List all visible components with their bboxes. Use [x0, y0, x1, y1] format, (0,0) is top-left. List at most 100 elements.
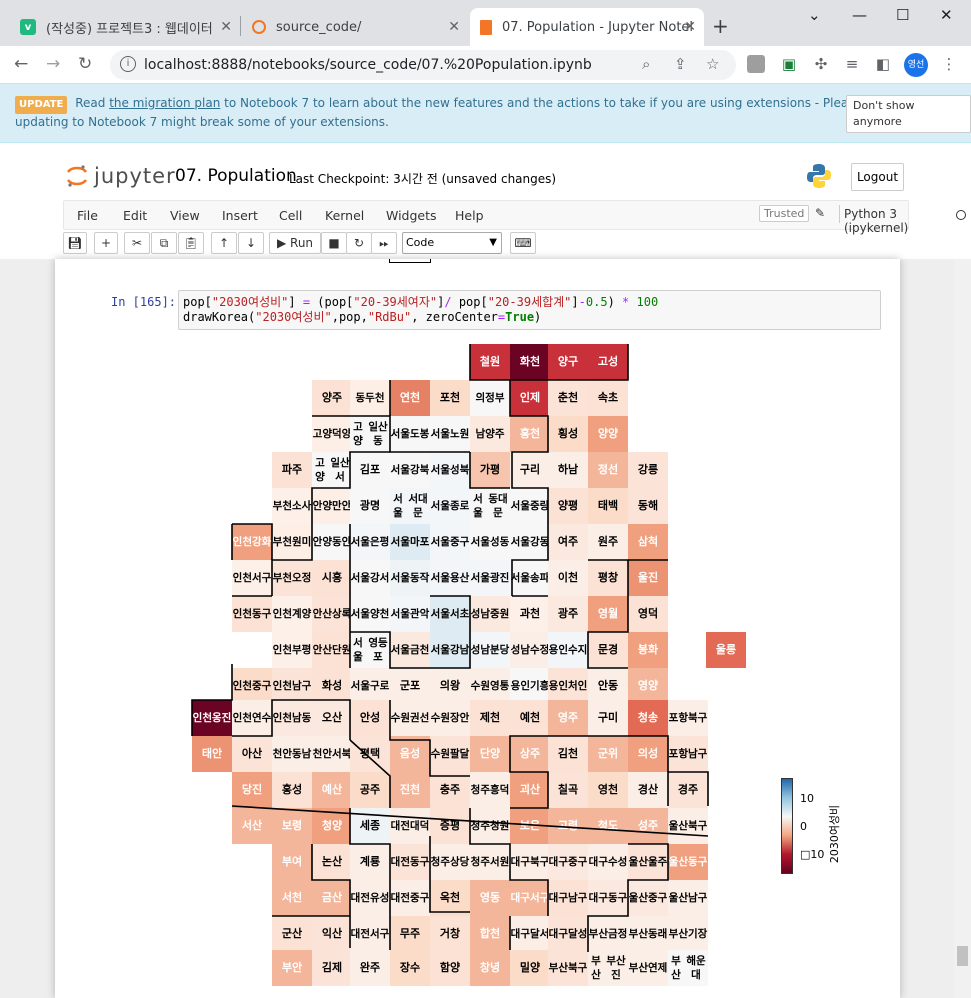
menu-cell[interactable]: Cell: [279, 208, 302, 223]
map-cell: 부천 원미: [272, 524, 312, 560]
map-cell: 김포: [350, 452, 390, 488]
share-icon[interactable]: ⇪: [674, 55, 687, 73]
minimize-icon[interactable]: —: [852, 6, 867, 24]
map-cell: 부안: [272, 950, 312, 986]
sidepanel-icon[interactable]: ◧: [874, 55, 892, 73]
map-cell: 공주: [350, 772, 390, 808]
map-cell: 서울 성북: [430, 452, 470, 488]
map-cell: 서울 종로: [430, 488, 470, 524]
browser-tab-active[interactable]: 07. Population - Jupyter Notel ✕: [470, 8, 704, 46]
map-cell: 서산: [232, 808, 272, 844]
logout-button[interactable]: Logout: [851, 163, 904, 191]
back-icon[interactable]: ←: [14, 54, 28, 74]
colorbar-tick: 0: [800, 820, 807, 833]
map-cell: 서울 은평: [350, 524, 390, 560]
maximize-icon[interactable]: ☐: [896, 6, 909, 24]
extension-avatar-icon[interactable]: [747, 55, 765, 73]
close-tab-icon[interactable]: ✕: [220, 19, 232, 35]
paste-icon[interactable]: 📋︎: [178, 232, 204, 254]
command-palette-icon[interactable]: ⌨: [510, 232, 536, 254]
close-window-icon[interactable]: ✕: [940, 6, 953, 24]
copy-icon[interactable]: ⧉: [151, 232, 177, 254]
menu-edit[interactable]: Edit: [123, 208, 147, 223]
map-cell: 울산 남구: [668, 880, 708, 916]
map-cell: 서울 구로: [350, 668, 390, 704]
map-cell: 진천: [390, 772, 430, 808]
stop-icon[interactable]: ■: [321, 232, 347, 254]
star-icon[interactable]: ☆: [706, 55, 719, 73]
scrollbar-thumb[interactable]: [957, 946, 968, 966]
map-cell: 영양: [628, 668, 668, 704]
map-cell: 인천 계양: [272, 596, 312, 632]
map-cell: 인천 옹진: [192, 700, 232, 736]
zoom-icon[interactable]: ⌕: [642, 55, 650, 73]
map-cell: 서울 강북: [390, 452, 430, 488]
map-cell: 파주: [272, 452, 312, 488]
browser-tab[interactable]: v (작성중) 프로젝트3 : 웹데이터 ✕: [10, 8, 240, 46]
kebab-menu-icon[interactable]: ⋮: [940, 55, 958, 73]
info-icon[interactable]: i: [120, 56, 136, 72]
map-cell: 대구 달서: [510, 916, 550, 952]
migration-plan-link[interactable]: the migration plan: [109, 96, 220, 110]
map-cell: 화성: [312, 668, 352, 704]
map-cell: 대전 동구: [390, 844, 430, 880]
map-cell: 포항 남구: [668, 736, 708, 772]
map-cell: 광주: [548, 596, 588, 632]
save-icon[interactable]: 💾︎: [63, 232, 87, 254]
map-cell: 청도: [588, 808, 628, 844]
screen-icon[interactable]: ▣: [780, 55, 798, 73]
map-cell: 의성: [628, 736, 668, 772]
restart-icon[interactable]: ↻: [346, 232, 372, 254]
menu-help[interactable]: Help: [455, 208, 484, 223]
map-cell: 대전 서구: [350, 916, 390, 952]
map-cell: 대전 유성: [350, 880, 390, 916]
puzzle-icon[interactable]: ✣: [812, 55, 830, 73]
menu-insert[interactable]: Insert: [222, 208, 258, 223]
close-tab-icon[interactable]: ✕: [448, 19, 460, 35]
menu-file[interactable]: File: [77, 208, 98, 223]
map-cell: 서울 광진: [470, 560, 510, 596]
map-cell: 완주: [350, 950, 390, 986]
jupyter-logo[interactable]: jupyter: [66, 164, 176, 188]
map-cell: 서울 중랑: [510, 488, 550, 524]
profile-avatar[interactable]: 영선: [904, 53, 928, 77]
map-cell: 보령: [272, 808, 312, 844]
scrollbar[interactable]: [954, 259, 971, 998]
media-icon[interactable]: ≡: [843, 55, 861, 73]
notebook-name[interactable]: 07. Population: [175, 166, 297, 186]
move-down-icon[interactable]: ↓: [238, 232, 264, 254]
map-cell: 청주 서원: [470, 844, 510, 880]
tab-title: source_code/: [276, 19, 362, 35]
close-tab-icon[interactable]: ✕: [684, 19, 696, 35]
reload-icon[interactable]: ↻: [78, 54, 92, 74]
code-cell-editor[interactable]: pop["2030여성비"] = (pop["20-39세여자"]/ pop["…: [178, 290, 881, 330]
menu-view[interactable]: View: [170, 208, 200, 223]
forward-icon[interactable]: →: [46, 54, 60, 74]
map-cell: 무주: [390, 916, 430, 952]
map-cell: 충주: [430, 772, 470, 808]
map-cell: 옥천: [430, 880, 470, 916]
map-cell: 인천 남동: [272, 700, 312, 736]
cut-icon[interactable]: ✂: [124, 232, 150, 254]
map-cell: 시흥: [312, 560, 352, 596]
run-icon: ▶: [276, 236, 291, 250]
map-cell: 서울 노원: [430, 416, 470, 452]
map-cell: 대구 중구: [548, 844, 588, 880]
move-up-icon[interactable]: ↑: [211, 232, 237, 254]
run-button[interactable]: ▶ Run: [269, 232, 321, 254]
map-cell: 아산: [232, 736, 272, 772]
menu-kernel[interactable]: Kernel: [325, 208, 364, 223]
new-tab-button[interactable]: +: [712, 14, 729, 38]
browser-tabstrip: v (작성중) 프로젝트3 : 웹데이터 ✕ source_code/ ✕ 07…: [0, 0, 971, 46]
map-cell: 횡성: [548, 416, 588, 452]
insert-cell-button[interactable]: +: [94, 232, 118, 254]
map-cell: 합천: [470, 916, 510, 952]
map-cell: 포항 북구: [668, 700, 708, 736]
menu-widgets[interactable]: Widgets: [386, 208, 437, 223]
dont-show-button[interactable]: Don't show anymore: [846, 95, 971, 133]
address-bar[interactable]: i localhost:8888/notebooks/source_code/0…: [110, 50, 736, 80]
browser-tab[interactable]: source_code/ ✕: [242, 8, 468, 46]
chevron-down-icon[interactable]: ⌄: [808, 6, 821, 24]
restart-run-all-icon[interactable]: ⏩︎: [371, 232, 397, 254]
cell-type-select[interactable]: Code ▼: [402, 232, 502, 254]
